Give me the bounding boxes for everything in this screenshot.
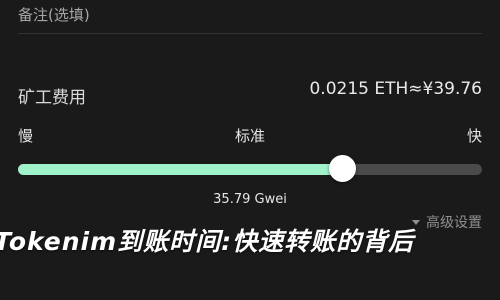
fee-slider-fill — [18, 164, 343, 175]
advanced-settings-label: 高级设置 — [426, 215, 482, 231]
note-divider — [18, 33, 482, 34]
watermark-title: Tokenim到账时间:快速转账的背后 — [0, 227, 415, 256]
note-field-label[interactable]: 备注(选填) — [18, 4, 90, 25]
miner-fee-label: 矿工费用 — [18, 88, 86, 108]
speed-standard-label: 标准 — [234, 127, 266, 145]
gas-price-value: 35.79 Gwei — [213, 192, 287, 207]
fee-slider-thumb[interactable] — [329, 155, 357, 182]
advanced-settings-toggle[interactable]: 高级设置 — [412, 212, 482, 232]
fee-slider-track[interactable] — [18, 164, 482, 175]
miner-fee-value: 0.0215 ETH≈¥39.76 — [309, 79, 482, 99]
speed-slow-label: 慢 — [18, 127, 34, 145]
speed-fast-label: 快 — [466, 127, 482, 145]
